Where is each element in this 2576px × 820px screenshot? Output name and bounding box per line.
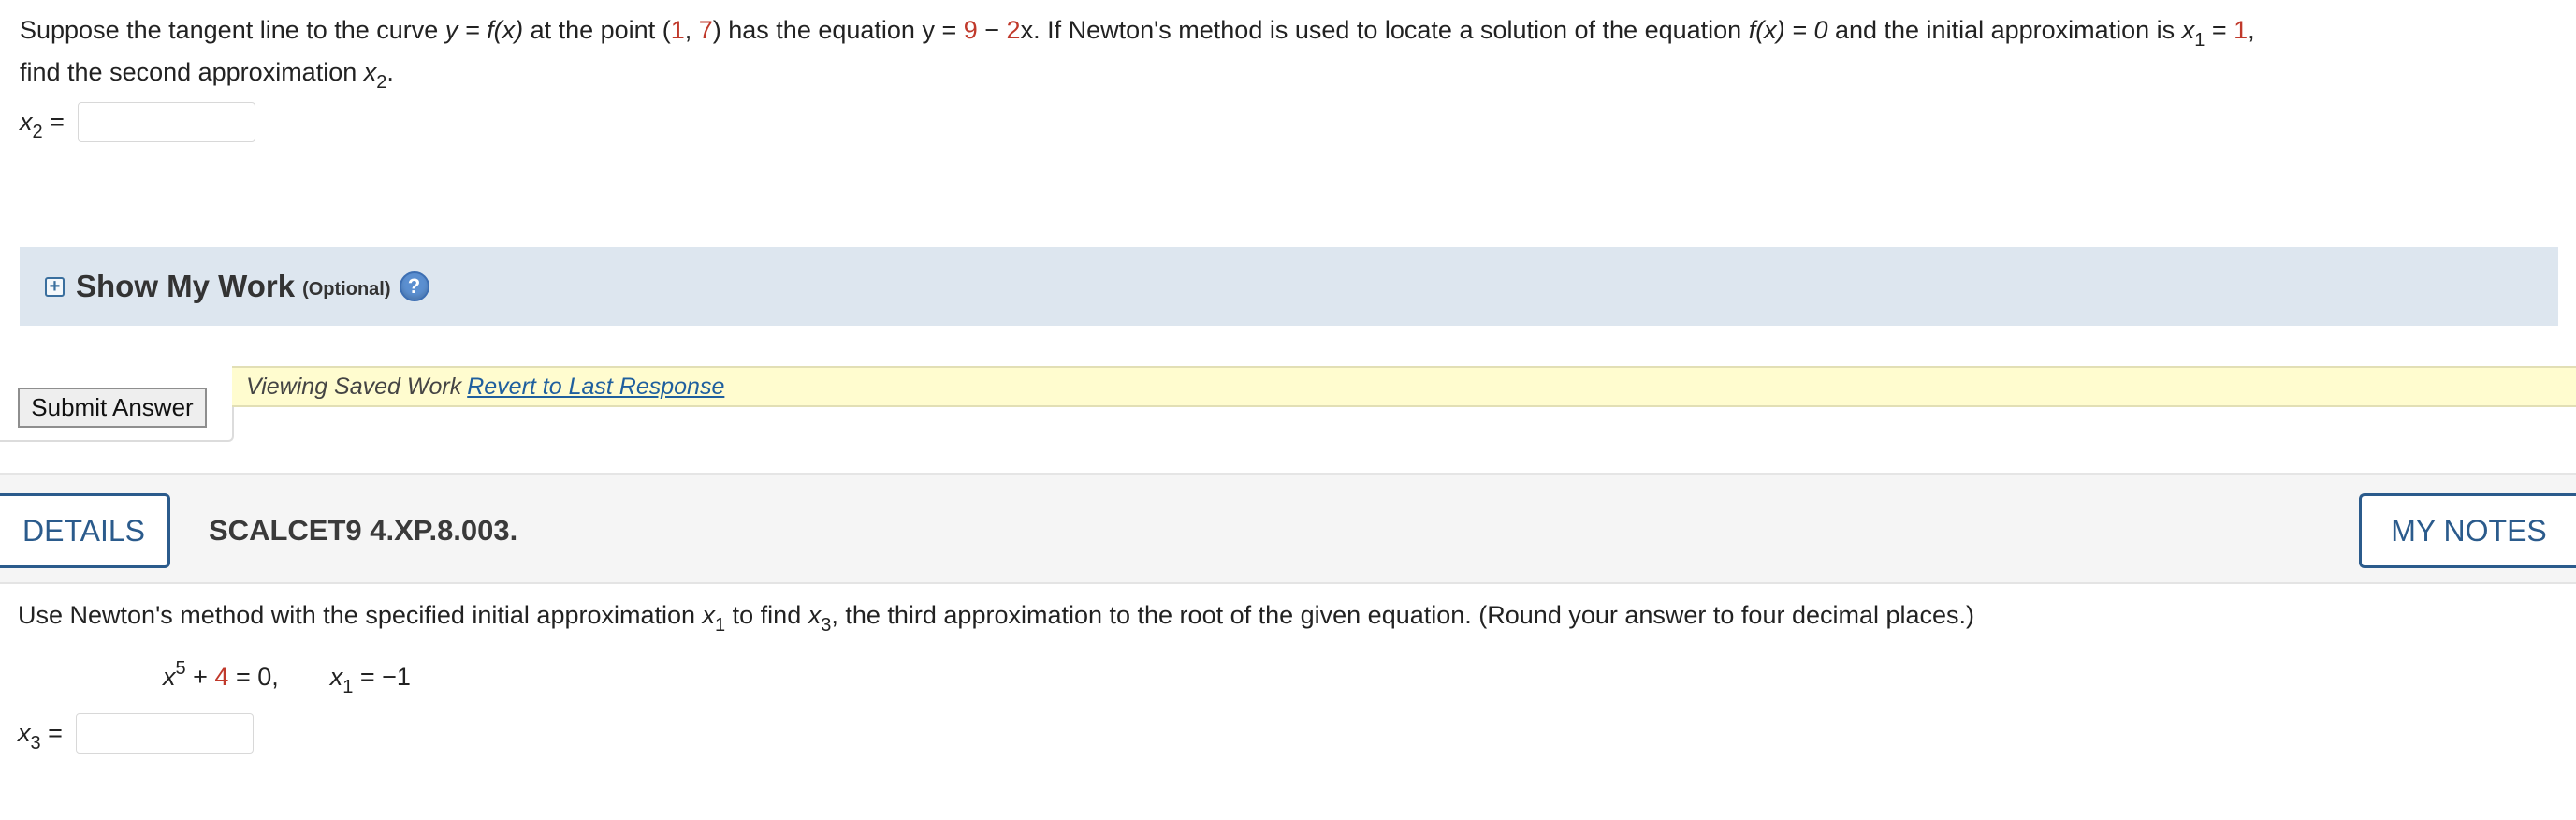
optional-label: (Optional) [302, 279, 391, 300]
answer2-subscript: 3 [30, 733, 41, 754]
equation-exponent: 5 [175, 658, 186, 679]
q1-text-part: ) has the equation y = [712, 16, 964, 44]
q1-text-part: find the second approximation [20, 58, 364, 86]
saved-work-banner: Viewing Saved Work Revert to Last Respon… [232, 366, 2576, 407]
show-my-work-bar[interactable]: + Show My Work (Optional) ? [20, 247, 2558, 326]
x1-variable: x [2181, 16, 2195, 44]
answer1-subscript: 2 [32, 122, 43, 142]
q1-text-part: Suppose the tangent line to the curve [20, 16, 445, 44]
q1-text-part: at the point ( [523, 16, 671, 44]
q1-text-part: . [386, 58, 394, 86]
q2-x1-subscript: 1 [715, 615, 726, 636]
q2-text-part: , the third approximation to the root of… [831, 601, 1975, 629]
point-y-value: 7 [698, 16, 713, 44]
q2-text-part: Use Newton's method with the specified i… [18, 601, 703, 629]
show-my-work-title[interactable]: Show My Work [76, 269, 295, 304]
answer1-row: x2 = [20, 102, 255, 142]
revert-link[interactable]: Revert to Last Response [467, 373, 724, 401]
question1-text: Suppose the tangent line to the curve y … [20, 9, 2565, 94]
help-icon[interactable]: ? [399, 271, 429, 301]
answer1-variable: x [20, 108, 33, 136]
details-button[interactable]: DETAILS [0, 493, 170, 568]
answer2-row: x3 = [18, 713, 254, 754]
equation-base: x [163, 663, 176, 691]
q2-x3-subscript: 3 [821, 615, 832, 636]
answer2-variable: x [18, 719, 31, 747]
problem-id: SCALCET9 4.XP.8.003. [209, 514, 518, 547]
answer1-equals: = [42, 108, 65, 136]
tangent-coefficient: 2 [1006, 16, 1021, 44]
answer2-label: x3 = [18, 719, 63, 753]
q1-text-part: − [977, 16, 1007, 44]
x2-variable: x [363, 58, 377, 86]
initial-subscript: 1 [342, 677, 354, 697]
my-notes-button[interactable]: MY NOTES [2359, 493, 2576, 568]
q1-text-part: = [2205, 16, 2234, 44]
solve-equation: f(x) = 0 [1748, 16, 1828, 44]
question2-text: Use Newton's method with the specified i… [18, 596, 2563, 636]
equation-line: x5 + 4 = 0, x1 = −1 [163, 659, 411, 696]
q2-x1-variable: x [702, 601, 716, 629]
x1-subscript: 1 [2194, 30, 2205, 51]
q2-text-part: to find [725, 601, 808, 629]
answer1-input[interactable] [77, 102, 255, 142]
equation-constant: 4 [214, 663, 229, 691]
q1-text-part: and the initial approximation is [1827, 16, 2182, 44]
curve-equation: y = f(x) [444, 16, 524, 44]
x1-value: 1 [2234, 16, 2249, 44]
point-x-value: 1 [670, 16, 685, 44]
initial-value: = −1 [353, 663, 411, 691]
equation-rest: = 0, [228, 663, 279, 691]
answer1-label: x2 = [20, 108, 65, 141]
q1-text-part: , [684, 16, 699, 44]
x2-subscript: 2 [376, 72, 387, 93]
answer2-equals: = [40, 719, 63, 747]
saved-work-text: Viewing Saved Work [246, 373, 462, 400]
equation-plus: + [185, 663, 215, 691]
initial-variable: x [329, 663, 343, 691]
submit-answer-button[interactable]: Submit Answer [18, 388, 207, 428]
q1-text-part: , [2248, 16, 2255, 44]
submit-area: Submit Answer [0, 366, 234, 442]
question-header: DETAILS SCALCET9 4.XP.8.003. MY NOTES [0, 475, 2576, 584]
tangent-constant: 9 [963, 16, 978, 44]
q2-x3-variable: x [808, 601, 822, 629]
expand-plus-icon[interactable]: + [45, 276, 65, 297]
answer2-input[interactable] [75, 713, 254, 754]
q1-text-part: x. If Newton's method is used to locate … [1020, 16, 1749, 44]
